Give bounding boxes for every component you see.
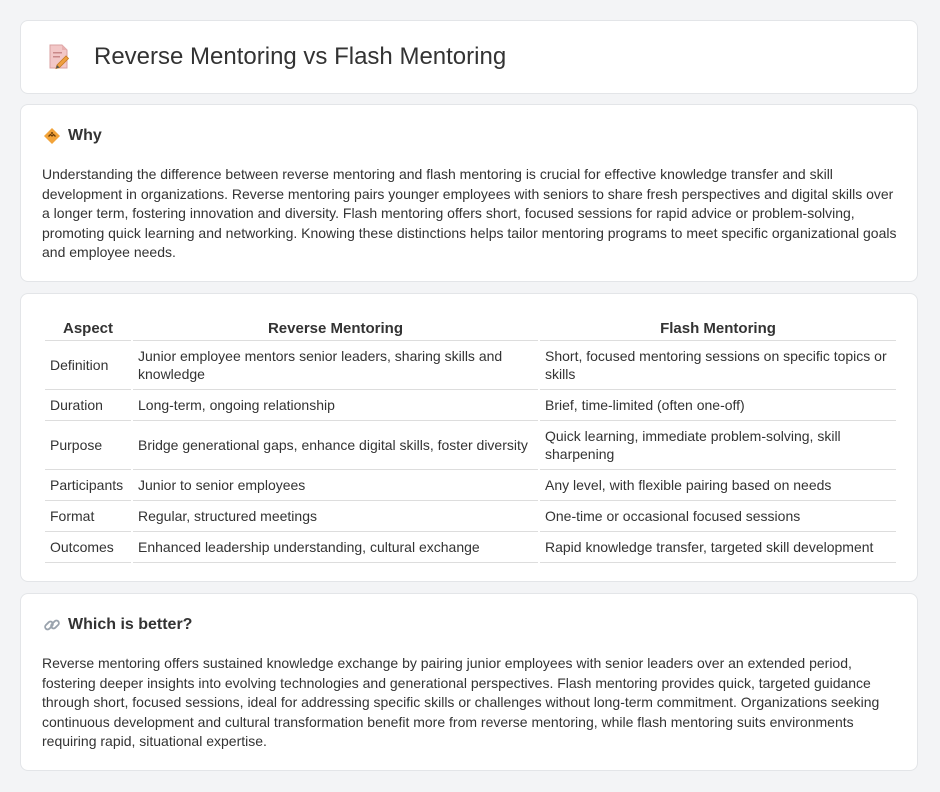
better-title: Which is better?	[68, 616, 193, 633]
diamond-sign-icon	[44, 128, 60, 144]
flash-cell: Quick learning, immediate problem-solvin…	[540, 420, 896, 469]
title-card: Reverse Mentoring vs Flash Mentoring	[20, 20, 918, 94]
table-row: Outcomes Enhanced leadership understandi…	[45, 531, 896, 563]
page-title: Reverse Mentoring vs Flash Mentoring	[94, 43, 507, 70]
flash-cell: Brief, time-limited (often one-off)	[540, 389, 896, 420]
aspect-cell: Format	[45, 500, 131, 531]
table-row: Participants Junior to senior employees …	[45, 469, 896, 500]
table-row: Definition Junior employee mentors senio…	[45, 340, 896, 389]
flash-cell: One-time or occasional focused sessions	[540, 500, 896, 531]
document-pencil-icon	[49, 44, 70, 70]
why-text: Understanding the difference between rev…	[42, 166, 897, 261]
link-icon	[44, 619, 60, 631]
reverse-cell: Junior employee mentors senior leaders, …	[133, 340, 538, 389]
reverse-cell: Long-term, ongoing relationship	[133, 389, 538, 420]
title-row: Reverse Mentoring vs Flash Mentoring	[48, 43, 506, 71]
flash-cell: Short, focused mentoring sessions on spe…	[540, 340, 896, 389]
header-aspect: Aspect	[62, 319, 114, 337]
header-flash-mentoring: Flash Mentoring	[660, 319, 776, 337]
flash-cell: Any level, with flexible pairing based o…	[540, 469, 896, 500]
flash-cell: Rapid knowledge transfer, targeted skill…	[540, 531, 896, 563]
header-reverse-mentoring: Reverse Mentoring	[267, 319, 404, 337]
table-row: Duration Long-term, ongoing relationship…	[45, 389, 896, 420]
aspect-cell: Purpose	[45, 420, 131, 469]
table-header-row: Aspect Reverse Mentoring Flash Mentoring	[45, 316, 896, 340]
reverse-cell: Junior to senior employees	[133, 469, 538, 500]
aspect-cell: Outcomes	[45, 531, 131, 563]
reverse-cell: Enhanced leadership understanding, cultu…	[133, 531, 538, 563]
table-row: Purpose Bridge generational gaps, enhanc…	[45, 420, 896, 469]
aspect-cell: Participants	[45, 469, 131, 500]
comparison-section: Aspect Reverse Mentoring Flash Mentoring…	[20, 293, 918, 582]
aspect-cell: Duration	[45, 389, 131, 420]
comparison-table: Aspect Reverse Mentoring Flash Mentoring…	[43, 316, 898, 563]
better-heading: Which is better?	[43, 616, 192, 634]
reverse-cell: Bridge generational gaps, enhance digita…	[133, 420, 538, 469]
aspect-cell: Definition	[45, 340, 131, 389]
table-row: Format Regular, structured meetings One-…	[45, 500, 896, 531]
reverse-cell: Regular, structured meetings	[133, 500, 538, 531]
which-is-better-section: Which is better? Reverse mentoring offer…	[20, 593, 918, 771]
why-heading: Why	[43, 127, 102, 145]
why-title: Why	[68, 127, 102, 144]
better-text: Reverse mentoring offers sustained knowl…	[42, 655, 880, 750]
why-section: Why Understanding the difference between…	[20, 104, 918, 282]
